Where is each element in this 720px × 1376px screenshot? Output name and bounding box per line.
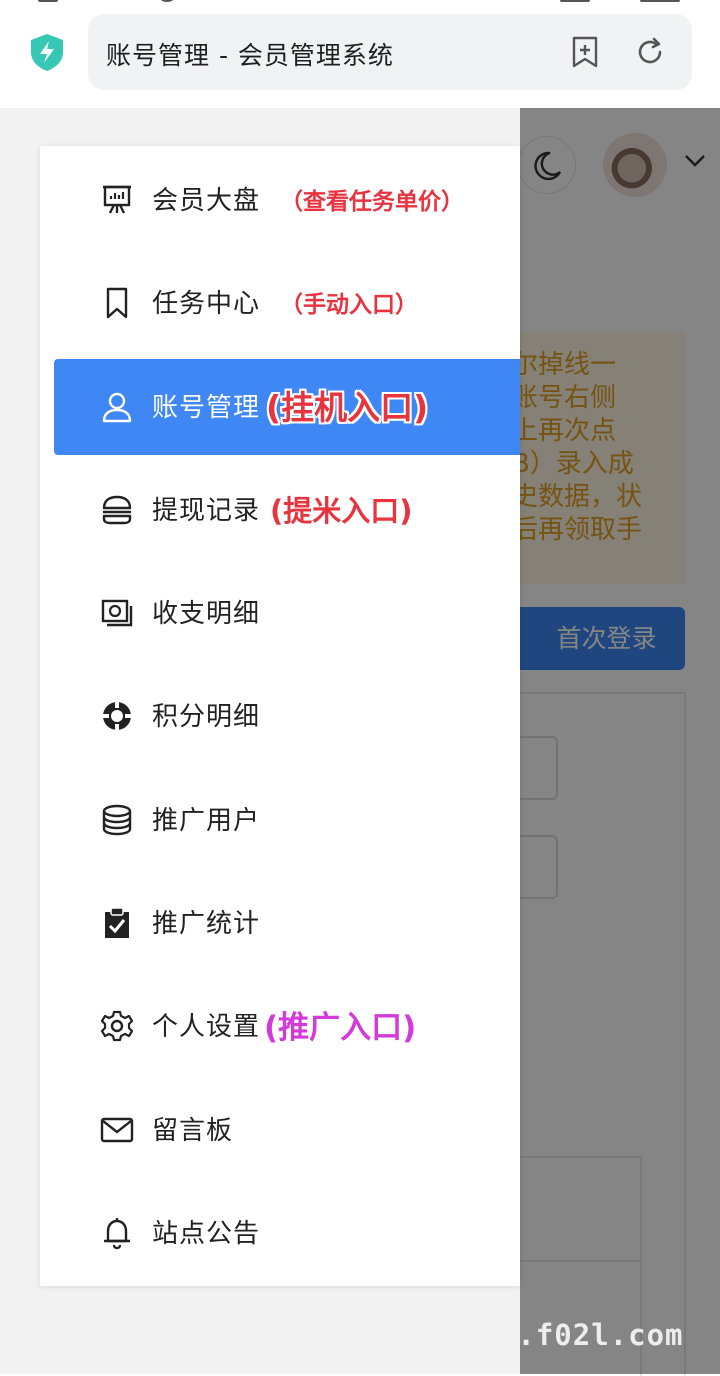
menu-item-promotion-stats[interactable]: 推广统计 xyxy=(54,875,520,971)
bell-icon xyxy=(104,1218,130,1250)
gear-icon xyxy=(100,1010,134,1042)
menu-annotation: (提米入口) xyxy=(270,494,413,528)
user-icon xyxy=(102,392,132,423)
page-title: 账号管理 - 会员管理系统 xyxy=(106,41,394,70)
menu-item-income-expense[interactable]: 收支明细 xyxy=(54,565,520,661)
bookmark-plus-icon[interactable] xyxy=(570,36,600,68)
menu-item-site-announcements[interactable]: 站点公告 xyxy=(54,1185,520,1281)
bookmark-icon xyxy=(106,287,128,319)
presentation-board-icon xyxy=(103,185,131,214)
navigation-drawer: 会员大盘 （查看任务单价） 任务中心 （手动入口） 账号管理 (挂机入口) 提现… xyxy=(0,108,520,1374)
menu-annotation: (推广入口) xyxy=(264,1010,417,1046)
menu-item-label: 留言板 xyxy=(152,1116,234,1146)
menu-annotation: (挂机入口) xyxy=(266,388,429,427)
menu-item-promoted-users[interactable]: 推广用户 xyxy=(54,772,520,868)
menu-item-label: 个人设置 xyxy=(152,1012,261,1042)
menu-item-label: 提现记录 xyxy=(152,496,261,526)
menu-item-label: 账号管理 xyxy=(152,393,261,423)
clipboard-check-icon xyxy=(105,907,129,938)
menu-item-points-details[interactable]: 积分明细 xyxy=(54,668,520,764)
menu-annotation: （手动入口） xyxy=(280,292,418,318)
hamburger-icon xyxy=(102,495,132,525)
menu-item-label: 推广统计 xyxy=(152,909,261,939)
menu-item-label: 积分明细 xyxy=(152,702,261,732)
menu-item-message-board[interactable]: 留言板 xyxy=(54,1082,520,1178)
menu-item-member-dashboard[interactable]: 会员大盘 （查看任务单价） xyxy=(54,152,520,248)
menu-item-label: 站点公告 xyxy=(152,1219,261,1249)
menu-item-label: 推广用户 xyxy=(152,806,261,836)
menu-item-label: 任务中心 xyxy=(152,289,261,319)
menu-item-withdrawal-records[interactable]: 提现记录 (提米入口) xyxy=(54,462,520,558)
drawer-overlay[interactable] xyxy=(520,108,720,1374)
browser-toolbar: 账号管理 - 会员管理系统 xyxy=(0,0,720,108)
reload-icon[interactable] xyxy=(634,36,666,68)
menu-item-label: 会员大盘 xyxy=(152,186,261,216)
menu-panel: 会员大盘 （查看任务单价） 任务中心 （手动入口） 账号管理 (挂机入口) 提现… xyxy=(40,146,520,1286)
menu-annotation: （查看任务单价） xyxy=(280,189,464,215)
coins-stack-icon xyxy=(102,804,132,836)
menu-item-personal-settings[interactable]: 个人设置 (推广入口) xyxy=(54,978,520,1074)
address-bar[interactable]: 账号管理 - 会员管理系统 xyxy=(88,14,692,90)
menu-item-label: 收支明细 xyxy=(152,599,261,629)
envelope-icon xyxy=(100,1117,134,1143)
money-photo-icon xyxy=(101,599,133,627)
lifebuoy-icon xyxy=(103,702,131,730)
menu-item-task-center[interactable]: 任务中心 （手动入口） xyxy=(54,255,520,351)
menu-item-account-management[interactable]: 账号管理 (挂机入口) xyxy=(54,359,520,455)
shield-bolt-icon[interactable] xyxy=(28,32,66,72)
